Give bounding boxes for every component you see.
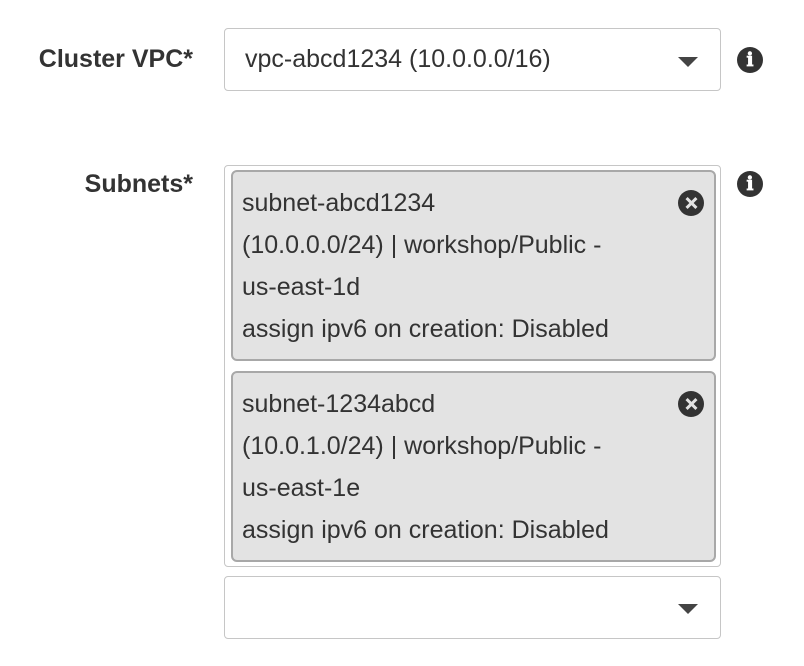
subnet-token-text: subnet-abcd1234 (10.0.0.0/24) | workshop… bbox=[242, 182, 662, 350]
subnet-ipv6-setting: assign ipv6 on creation: Disabled bbox=[242, 516, 609, 544]
subnet-token: subnet-1234abcd (10.0.1.0/24) | workshop… bbox=[231, 371, 716, 562]
cluster-vpc-select[interactable]: vpc-abcd1234 (10.0.0.0/16) bbox=[224, 28, 721, 91]
subnet-cidr-name: (10.0.1.0/24) | workshop/Public - bbox=[242, 432, 602, 460]
cluster-vpc-label: Cluster VPC* bbox=[38, 45, 193, 73]
subnets-multiselect: subnet-abcd1234 (10.0.0.0/24) | workshop… bbox=[224, 165, 721, 567]
subnet-ipv6-setting: assign ipv6 on creation: Disabled bbox=[242, 315, 609, 343]
close-icon[interactable] bbox=[678, 190, 704, 216]
subnets-label: Subnets* bbox=[84, 170, 193, 198]
info-icon[interactable]: ℹ bbox=[737, 47, 763, 73]
subnet-cidr-name: (10.0.0.0/24) | workshop/Public - bbox=[242, 231, 602, 259]
subnet-add-select[interactable] bbox=[224, 576, 721, 639]
cluster-vpc-selected-value: vpc-abcd1234 (10.0.0.0/16) bbox=[245, 45, 551, 73]
subnet-token-text: subnet-1234abcd (10.0.1.0/24) | workshop… bbox=[242, 383, 662, 551]
chevron-down-icon bbox=[678, 604, 698, 614]
subnet-id: subnet-1234abcd bbox=[242, 390, 436, 418]
info-icon[interactable]: ℹ bbox=[737, 171, 763, 197]
subnet-token: subnet-abcd1234 (10.0.0.0/24) | workshop… bbox=[231, 170, 716, 361]
cluster-network-form: Cluster VPC* vpc-abcd1234 (10.0.0.0/16) … bbox=[0, 0, 804, 666]
close-icon[interactable] bbox=[678, 391, 704, 417]
subnet-availability-zone: us-east-1e bbox=[242, 474, 361, 502]
subnet-id: subnet-abcd1234 bbox=[242, 189, 436, 217]
subnet-availability-zone: us-east-1d bbox=[242, 273, 361, 301]
chevron-down-icon bbox=[678, 57, 698, 67]
